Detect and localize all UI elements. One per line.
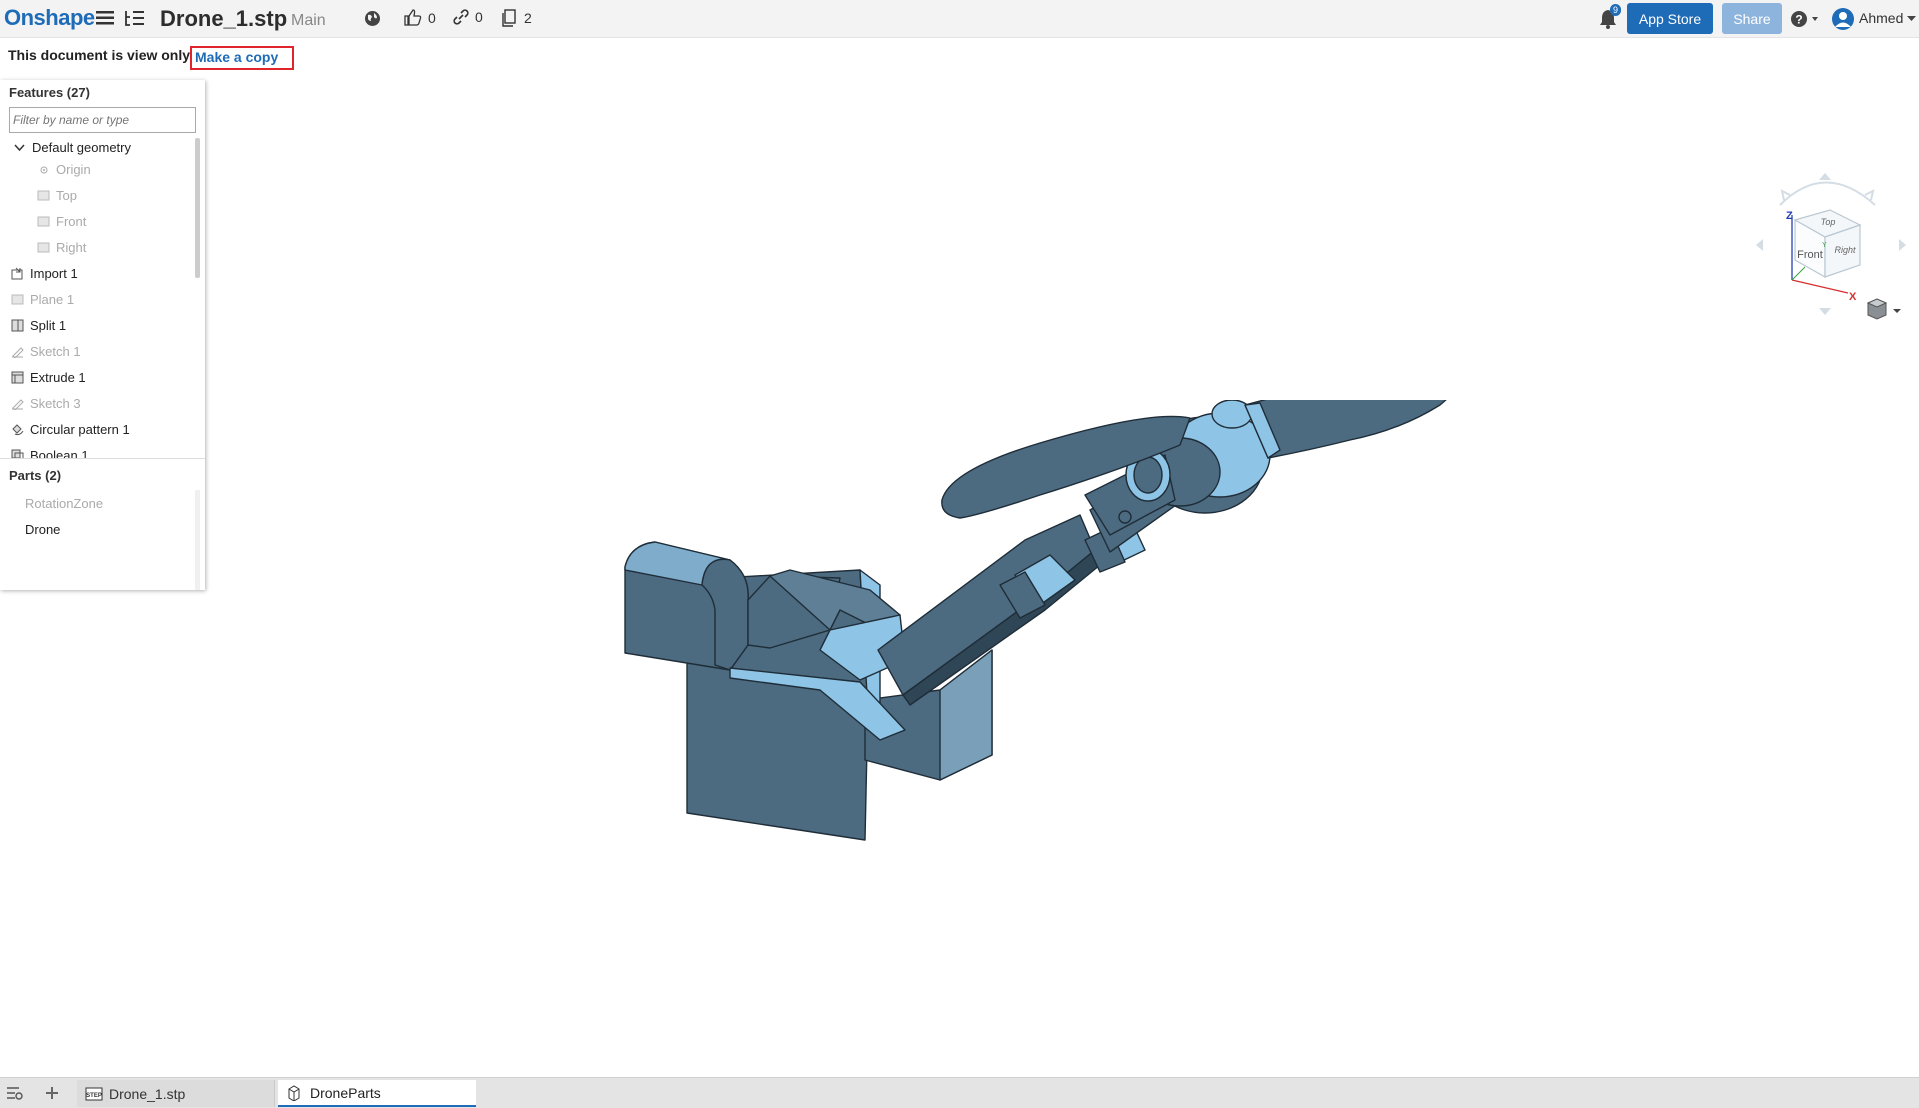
tree-item-label: Plane 1 bbox=[30, 292, 75, 307]
tree-item-label: Sketch 1 bbox=[30, 344, 81, 359]
links-stat[interactable]: 0 bbox=[453, 9, 483, 25]
plane-icon bbox=[11, 293, 24, 306]
tree-item-import-1[interactable]: Import 1 bbox=[11, 266, 78, 281]
menu-icon[interactable] bbox=[96, 9, 114, 27]
thumbs-up-icon bbox=[404, 9, 422, 26]
plane-icon bbox=[37, 189, 50, 202]
sketch-icon bbox=[11, 397, 24, 410]
feature-filter-input[interactable] bbox=[9, 107, 196, 133]
globe-icon[interactable] bbox=[363, 9, 381, 27]
feature-tree-scrollbar[interactable] bbox=[195, 138, 200, 278]
part-studio-icon bbox=[288, 1084, 300, 1101]
feature-tree: Default geometry Origin Top Front Right … bbox=[0, 138, 195, 458]
viewcube-front-label[interactable]: Front bbox=[1797, 249, 1823, 261]
render-mode-icon[interactable] bbox=[1866, 298, 1901, 320]
likes-count: 0 bbox=[428, 9, 436, 26]
link-icon bbox=[453, 9, 469, 25]
tree-item-origin[interactable]: Origin bbox=[37, 162, 91, 177]
help-icon[interactable]: ? bbox=[1790, 9, 1822, 29]
view-only-notice: This document is view only. bbox=[8, 47, 193, 63]
view-cube[interactable]: Top Front Right Z X Y bbox=[1750, 165, 1910, 335]
features-header[interactable]: Features (27) bbox=[9, 85, 90, 100]
user-name[interactable]: Ahmed bbox=[1859, 10, 1903, 26]
tree-item-label: Split 1 bbox=[30, 318, 67, 333]
tree-item-label: Import 1 bbox=[30, 266, 78, 281]
parts-header[interactable]: Parts (2) bbox=[9, 468, 61, 483]
axis-z-label: Z bbox=[1786, 210, 1793, 222]
document-branch[interactable]: Main bbox=[291, 12, 326, 30]
tree-item-label: Right bbox=[56, 240, 87, 255]
part-item-rotationzone[interactable]: RotationZone bbox=[25, 496, 103, 511]
tree-item-sketch-3[interactable]: Sketch 3 bbox=[11, 396, 81, 411]
links-count: 0 bbox=[475, 9, 483, 25]
tree-item-label: Circular pattern 1 bbox=[30, 422, 130, 437]
part-item-label: Drone bbox=[25, 522, 61, 537]
tree-item-sketch-1[interactable]: Sketch 1 bbox=[11, 344, 81, 359]
origin-icon bbox=[37, 163, 50, 176]
axis-y-label: Y bbox=[1822, 242, 1827, 249]
3d-viewport[interactable]: Top Front Right Z X Y bbox=[0, 80, 1919, 1075]
tree-item-label: Front bbox=[56, 214, 87, 229]
feature-panel: Features (27) Default geometry Origin To… bbox=[0, 80, 205, 590]
parts-scrollbar[interactable] bbox=[195, 490, 200, 590]
tree-item-circular-pattern-1[interactable]: Circular pattern 1 bbox=[11, 422, 130, 437]
add-tab-icon[interactable] bbox=[44, 1085, 60, 1101]
sketch-icon bbox=[11, 345, 24, 358]
panel-divider[interactable] bbox=[0, 458, 205, 459]
likes-stat[interactable]: 0 bbox=[404, 9, 436, 26]
tree-item-label: Extrude 1 bbox=[30, 370, 86, 385]
feature-list-icon[interactable] bbox=[124, 9, 146, 29]
tab-drone-1-stp[interactable]: STEP Drone_1.stp bbox=[77, 1080, 275, 1107]
plane-icon bbox=[37, 241, 50, 254]
svg-text:?: ? bbox=[1795, 13, 1802, 27]
copies-stat[interactable]: 2 bbox=[500, 9, 532, 27]
plane-icon bbox=[37, 215, 50, 228]
boolean-icon bbox=[11, 449, 24, 458]
tree-item-label: Boolean 1 bbox=[30, 448, 89, 458]
import-icon bbox=[11, 267, 24, 280]
onshape-logo[interactable]: Onshape bbox=[4, 5, 95, 31]
tab-droneparts[interactable]: DroneParts bbox=[278, 1080, 476, 1107]
share-button[interactable]: Share bbox=[1722, 3, 1782, 34]
axis-x-label: X bbox=[1849, 291, 1857, 303]
part-item-label: RotationZone bbox=[25, 496, 104, 511]
viewcube-top-label[interactable]: Top bbox=[1821, 217, 1836, 227]
tree-item-front[interactable]: Front bbox=[37, 214, 86, 229]
extrude-icon bbox=[11, 371, 24, 384]
tree-item-label: Top bbox=[56, 188, 77, 203]
split-icon bbox=[11, 319, 24, 332]
top-toolbar: Onshape Drone_1.stp Main 0 0 2 9 App Sto… bbox=[0, 0, 1919, 38]
tree-item-label: Default geometry bbox=[32, 140, 131, 155]
copy-icon bbox=[502, 9, 516, 27]
tab-label: Drone_1.stp bbox=[109, 1085, 186, 1102]
tree-item-boolean-1[interactable]: Boolean 1 bbox=[11, 448, 89, 458]
make-a-copy-link[interactable]: Make a copy bbox=[190, 46, 294, 70]
tree-item-label: Sketch 3 bbox=[30, 396, 81, 411]
tab-manager-icon[interactable] bbox=[6, 1085, 24, 1101]
tree-item-label: Origin bbox=[56, 162, 91, 177]
copies-count: 2 bbox=[524, 10, 532, 26]
tree-item-split-1[interactable]: Split 1 bbox=[11, 318, 66, 333]
tree-item-extrude-1[interactable]: Extrude 1 bbox=[11, 370, 86, 385]
tree-item-right[interactable]: Right bbox=[37, 240, 86, 255]
step-file-icon: STEP bbox=[85, 1087, 103, 1100]
tree-item-top[interactable]: Top bbox=[37, 188, 77, 203]
tree-item-default-geometry[interactable]: Default geometry bbox=[13, 140, 131, 155]
notification-count-badge: 9 bbox=[1610, 4, 1622, 16]
app-store-button[interactable]: App Store bbox=[1627, 3, 1713, 34]
user-avatar-icon[interactable] bbox=[1831, 7, 1855, 31]
viewcube-right-label[interactable]: Right bbox=[1834, 245, 1856, 255]
drone-model[interactable] bbox=[620, 400, 1500, 960]
svg-text:STEP: STEP bbox=[86, 1093, 102, 1099]
circular-pattern-icon bbox=[11, 423, 24, 436]
chevron-down-icon[interactable] bbox=[13, 141, 26, 154]
tab-label: DroneParts bbox=[310, 1084, 381, 1101]
document-title[interactable]: Drone_1.stp bbox=[160, 6, 287, 32]
bottom-tab-bar: STEP Drone_1.stp DroneParts bbox=[0, 1077, 1919, 1108]
user-menu-chevron-icon[interactable] bbox=[1906, 15, 1916, 23]
part-item-drone[interactable]: Drone bbox=[25, 522, 60, 537]
tree-item-plane-1[interactable]: Plane 1 bbox=[11, 292, 74, 307]
